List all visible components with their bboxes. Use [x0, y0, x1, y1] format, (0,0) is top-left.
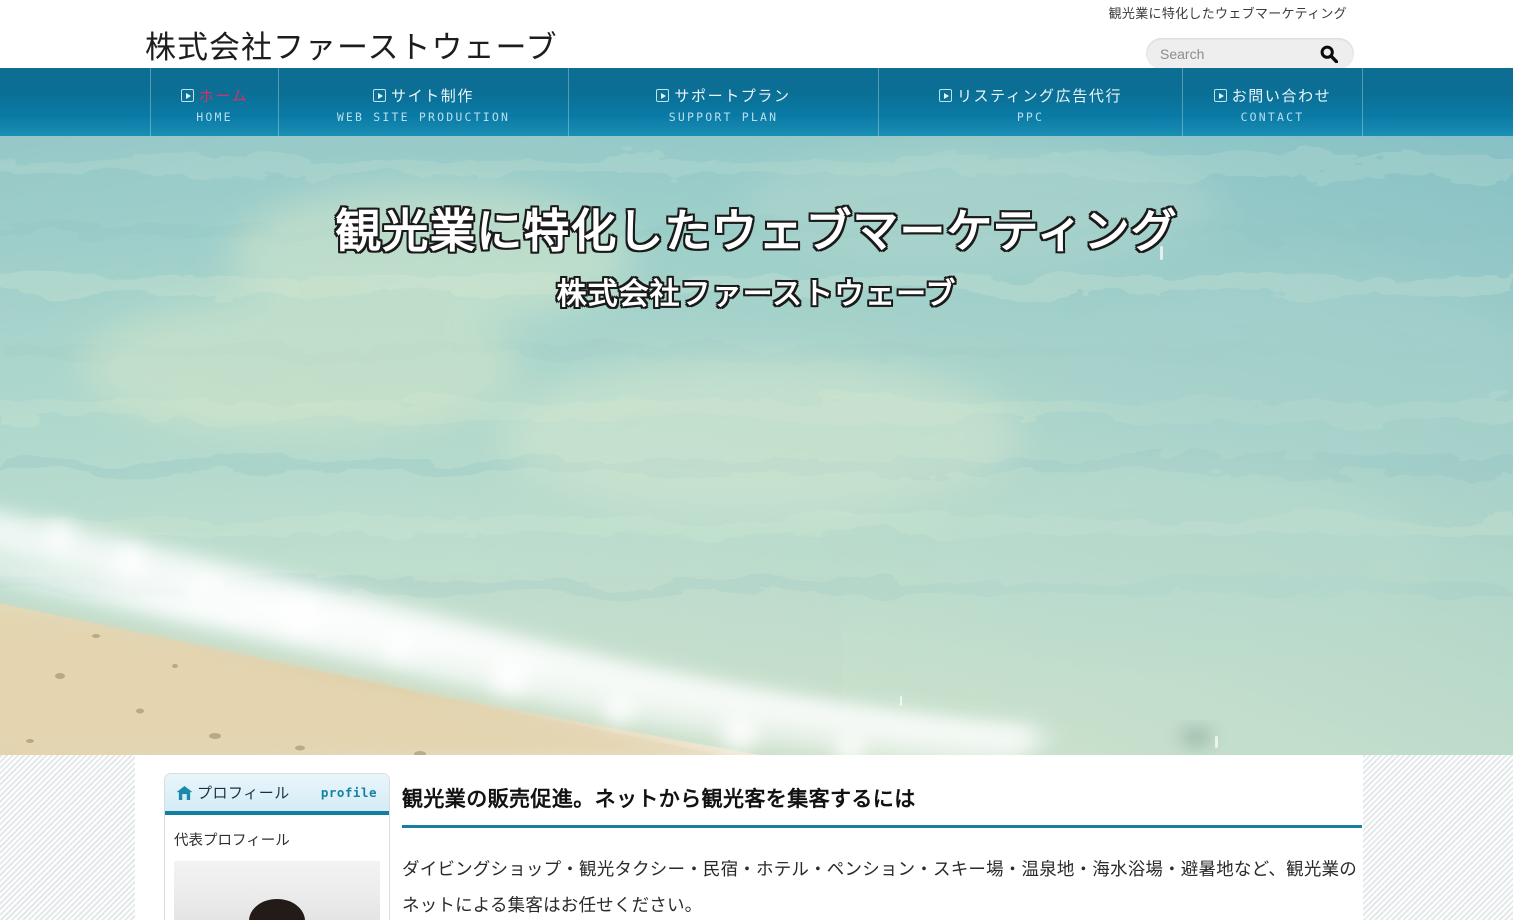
profile-photo — [174, 861, 380, 920]
nav-item-label-row: サポートプラン — [656, 85, 790, 106]
nav-left-spacer — [0, 68, 150, 136]
nav-item-ppc[interactable]: リスティング広告代行 PPC — [878, 68, 1182, 136]
nav-item-sublabel: SUPPORT PLAN — [668, 109, 779, 124]
hero-subtitle: 株式会社ファーストウェーブ — [556, 278, 957, 312]
main-heading: 観光業の販売促進。ネットから観光客を集客するには — [402, 788, 916, 811]
nav-item-sublabel: PPC — [1016, 109, 1045, 124]
play-square-icon — [656, 88, 670, 102]
play-square-icon — [1213, 88, 1227, 102]
nav-item-label: ホーム — [198, 87, 249, 105]
main-paragraph: ダイビングショップ・観光タクシー・民宿・ホテル・ペンション・スキー場・温泉地・海… — [402, 859, 1357, 915]
profile-panel: プロフィール profile 代表プロフィール — [164, 773, 390, 920]
profile-panel-header[interactable]: プロフィール profile — [165, 774, 389, 815]
nav-item-label-row: リスティング広告代行 — [938, 85, 1123, 106]
profile-panel-title: プロフィール — [197, 785, 290, 802]
nav-item-contact[interactable]: お問い合わせ CONTACT — [1182, 68, 1363, 136]
nav-item-support-plan[interactable]: サポートプラン SUPPORT PLAN — [568, 68, 878, 136]
profile-sublabel[interactable]: 代表プロフィール — [165, 815, 389, 861]
nav-item-home[interactable]: ホーム HOME — [150, 68, 278, 136]
heading-underline — [402, 825, 1362, 828]
nav-item-label: リスティング広告代行 — [956, 87, 1123, 105]
nav-item-sublabel: WEB SITE PRODUCTION — [336, 109, 511, 124]
main-content: 観光業の販売促進。ネットから観光客を集客するには ダイビングショップ・観光タクシ… — [402, 783, 1362, 920]
play-square-icon — [372, 88, 386, 102]
home-icon — [176, 785, 193, 800]
nav-item-label: お問い合わせ — [1231, 87, 1332, 105]
site-header: 観光業に特化したウェブマーケティング 株式会社ファーストウェーブ — [0, 0, 1513, 69]
lower-content-area: プロフィール profile 代表プロフィール 観光業の販売促進。ネットから観光… — [0, 755, 1513, 920]
nav-item-label-row: お問い合わせ — [1213, 85, 1332, 106]
nav-item-sublabel: CONTACT — [1240, 109, 1305, 124]
search-icon[interactable] — [1320, 45, 1338, 63]
play-square-icon — [938, 88, 952, 102]
hero-caption: 観光業に特化したウェブマーケティング 株式会社ファーストウェーブ — [0, 204, 1513, 313]
nav-right-spacer — [1363, 68, 1513, 136]
search-box[interactable] — [1146, 38, 1354, 69]
nav-item-sublabel: HOME — [196, 109, 233, 124]
search-input[interactable] — [1146, 38, 1306, 69]
site-logo[interactable]: 株式会社ファーストウェーブ — [145, 22, 558, 67]
header-tagline: 観光業に特化したウェブマーケティング — [1108, 6, 1347, 21]
nav-item-label-row: ホーム — [180, 85, 249, 106]
nav-item-label: サポートプラン — [674, 87, 791, 105]
primary-navigation: ホーム HOME サイト制作 WEB SITE PRODUCTION サポートプラン SU… — [0, 68, 1513, 136]
nav-item-label: サイト制作 — [390, 87, 474, 105]
profile-panel-title-en: profile — [320, 785, 377, 800]
nav-item-label-row: サイト制作 — [372, 85, 474, 106]
nav-item-web-site-production[interactable]: サイト制作 WEB SITE PRODUCTION — [278, 68, 568, 136]
sidebar: プロフィール profile 代表プロフィール — [164, 773, 390, 920]
play-square-icon — [180, 88, 194, 102]
hero-title: 観光業に特化したウェブマーケティング — [335, 205, 1178, 257]
hero-banner: 観光業に特化したウェブマーケティング 株式会社ファーストウェーブ — [0, 136, 1513, 755]
